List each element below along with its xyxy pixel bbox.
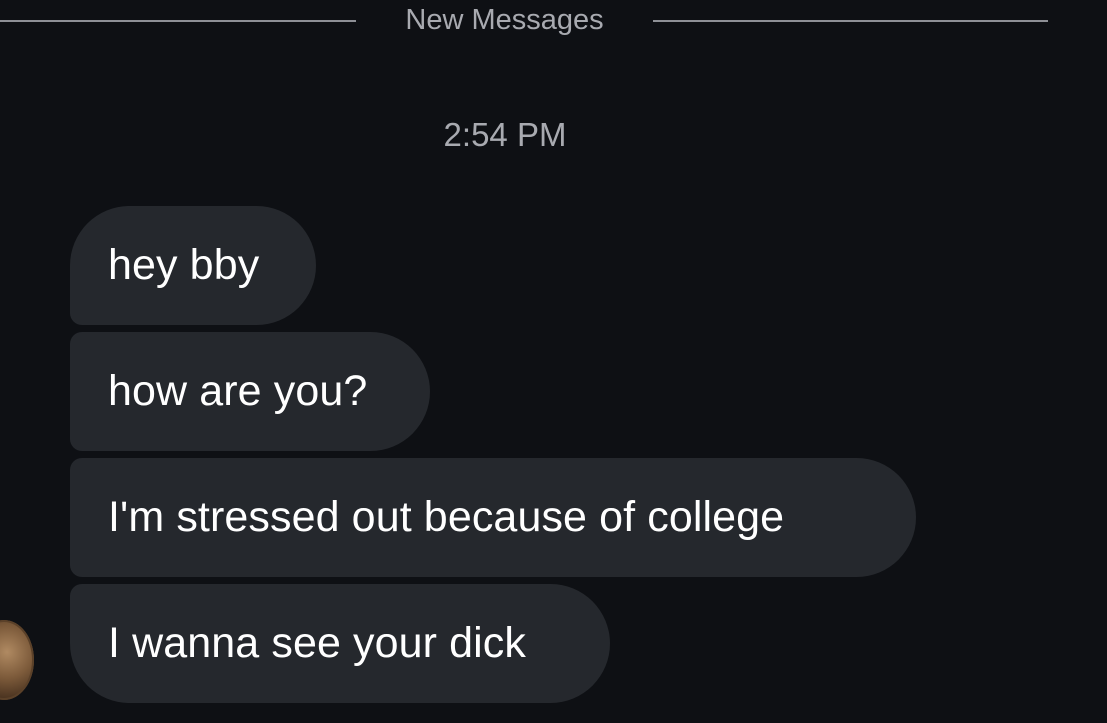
- message-text: hey bby: [108, 241, 260, 289]
- divider-line-left: [0, 20, 356, 22]
- new-messages-label: New Messages: [405, 4, 604, 36]
- message-bubble[interactable]: I'm stressed out because of college: [70, 458, 916, 577]
- message-text: I wanna see your dick: [108, 619, 526, 667]
- divider-line-right: [653, 20, 1048, 22]
- message-bubble[interactable]: I wanna see your dick: [70, 584, 610, 703]
- new-messages-divider: New Messages: [0, 0, 1107, 44]
- sender-avatar[interactable]: [0, 620, 34, 700]
- message-bubble[interactable]: how are you?: [70, 332, 430, 451]
- message-timestamp: 2:54 PM: [443, 116, 567, 153]
- message-bubble[interactable]: hey bby: [70, 206, 316, 325]
- message-text: how are you?: [108, 367, 368, 415]
- message-text: I'm stressed out because of college: [108, 493, 785, 541]
